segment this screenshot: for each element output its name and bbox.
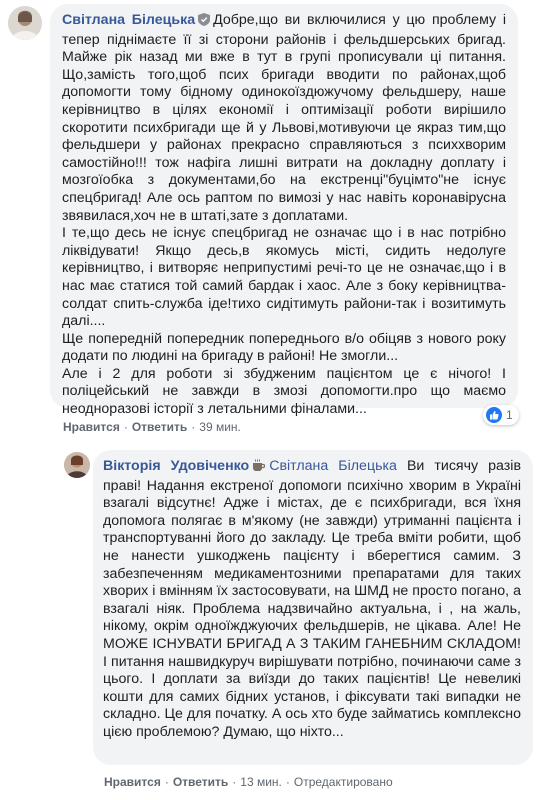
reaction-count: 1 (506, 408, 513, 422)
edited-label[interactable]: Отредактировано (294, 775, 393, 789)
avatar-viktoria[interactable] (64, 452, 90, 478)
separator-dot: · (164, 775, 169, 789)
reply-bubble: Вікторія Удовіченко Світлана Білецька Ви … (93, 450, 533, 765)
avatar-svitlana[interactable] (8, 6, 42, 40)
like-button[interactable]: Нравится (63, 420, 120, 434)
reply-text: Вікторія Удовіченко Світлана Білецька Ви … (103, 458, 521, 742)
comment-body: Добре,що ви включилися у цю проблему і т… (62, 12, 506, 418)
comment-author[interactable]: Світлана Білецька (62, 12, 195, 28)
comment-text: Світлана Білецька Добре,що ви включилися … (62, 12, 506, 419)
like-icon (486, 407, 502, 423)
reply-button[interactable]: Ответить (173, 775, 228, 789)
like-button[interactable]: Нравится (104, 775, 161, 789)
reaction-summary[interactable]: 1 (483, 405, 519, 425)
user-photo-icon (64, 452, 90, 478)
coffee-cup-icon (252, 459, 266, 478)
separator-dot: · (123, 420, 128, 434)
comment-actions: Нравится · Ответить · 39 мин. (63, 420, 241, 434)
comment-bubble: Світлана Білецька Добре,що ви включилися … (50, 4, 518, 417)
reply-button[interactable]: Ответить (132, 420, 187, 434)
mention-link[interactable]: Світлана Білецька (269, 458, 397, 474)
separator-dot: · (285, 775, 290, 789)
reply-actions: Нравится · Ответить · 13 мин. · Отредактирован… (104, 775, 393, 789)
user-photo-icon (8, 6, 42, 40)
separator-dot: · (232, 775, 237, 789)
shield-icon (198, 13, 211, 32)
timestamp[interactable]: 13 мин. (240, 775, 282, 789)
reply-author[interactable]: Вікторія Удовіченко (103, 458, 249, 474)
reply-body: Ви тисячу разів праві! Надання екстреної… (103, 458, 521, 740)
timestamp[interactable]: 39 мин. (199, 420, 241, 434)
separator-dot: · (191, 420, 196, 434)
